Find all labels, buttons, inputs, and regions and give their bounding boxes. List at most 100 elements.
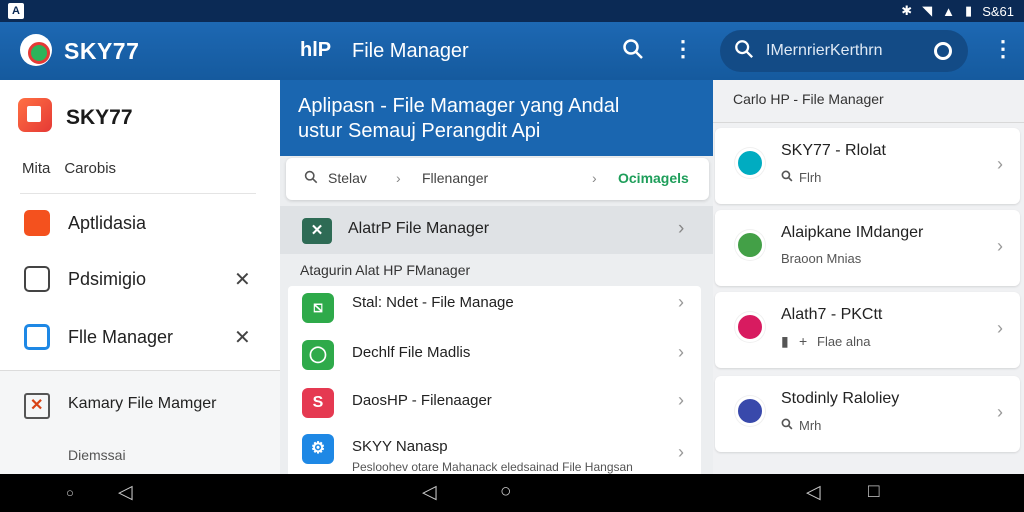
hero-banner: Aplipasn - File Mamager yang Andal ustur…: [280, 80, 713, 156]
home-icon[interactable]: ○: [500, 481, 511, 503]
card-title: Alaipkane IMdanger: [781, 224, 924, 241]
file-manager-icon: ✕: [302, 218, 332, 244]
card-title: Stodinly Raloliey: [781, 390, 900, 407]
nav-item-file-manager[interactable]: Flle Manager ✕: [0, 310, 280, 366]
settings-icon: ⚙: [302, 434, 334, 464]
divider: [20, 193, 256, 194]
list-item-label: Stal: Ndet - File Manage: [352, 294, 514, 311]
sky77-logo-icon: [18, 98, 52, 132]
folder-icon: [24, 324, 50, 350]
search-text: IMernrierKerthrn: [766, 42, 883, 59]
status-time: S&61: [982, 3, 1014, 19]
card-item[interactable]: Stodinly Raloliey Mrh ›: [715, 376, 1020, 452]
app-icon: S: [302, 388, 334, 418]
breadcrumb-item-2[interactable]: Fllenanger: [422, 170, 488, 186]
breadcrumb-item-1[interactable]: Stelav: [328, 170, 367, 186]
search-icon: [304, 170, 318, 187]
wifi-icon: ◥: [922, 3, 933, 18]
card-item[interactable]: Alaipkane IMdanger Braoon Mnias ›: [715, 210, 1020, 286]
search-icon: [781, 169, 799, 185]
add-icon: +: [799, 333, 808, 349]
tools-icon: [24, 393, 50, 419]
side-panel: Carlo HP - File Manager SKY77 - Rlolat F…: [713, 80, 1024, 474]
app-list: ⧅ Stal: Ndet - File Manage › ◯ Dechlf Fi…: [288, 286, 701, 474]
chevron-right-icon: ›: [678, 342, 684, 362]
chevron-right-icon: ›: [678, 390, 684, 410]
more-options-icon[interactable]: ⋮: [672, 36, 694, 62]
list-item[interactable]: ⚙ SKYY Nanasp Pesloohev otare Mahanack e…: [288, 424, 701, 474]
card-title: SKY77 - Rlolat: [781, 142, 886, 159]
document-icon: [24, 266, 50, 292]
bluetooth-icon: ✱: [901, 3, 913, 18]
list-item[interactable]: ⧅ Stal: Ndet - File Manage ›: [288, 286, 701, 332]
drawer-footer: Kamary File Mamger Diemssai: [0, 370, 280, 474]
card-item[interactable]: Alath7 - PKCtt ▮ + Flae alna ›: [715, 292, 1020, 368]
main-content: Aplipasn - File Mamager yang Andal ustur…: [280, 80, 713, 474]
bookmark-icon: ▮: [781, 333, 789, 349]
close-icon[interactable]: ✕: [234, 325, 251, 350]
alat-file-manager-row[interactable]: ✕ AlatrP File Manager ›: [280, 206, 713, 254]
system-navigation-bar: ○ ◁ ◁ ○ ◁ □: [0, 474, 1024, 512]
divider: [713, 122, 1024, 123]
card-subtitle: Mrh: [799, 418, 822, 433]
app-bar: SKY77 hlP File Manager ⋮ IMernrierKerthr…: [0, 22, 1024, 80]
card-subtitle-row: Flrh: [781, 169, 821, 185]
back-icon[interactable]: ◁: [422, 481, 437, 504]
chevron-right-icon: ›: [997, 236, 1003, 256]
nav-item-aptlidasia[interactable]: Aptlidasia: [0, 196, 280, 252]
more-options-icon-right[interactable]: ⋮: [992, 36, 1014, 62]
battery-icon: ▮: [965, 3, 973, 18]
card-subtitle-row: ▮ + Flae alna: [781, 333, 870, 350]
chevron-right-icon: ›: [997, 402, 1003, 422]
back-icon[interactable]: ◁: [118, 481, 133, 504]
card-subtitle: Flrh: [799, 170, 822, 185]
card-subtitle-row: Mrh: [781, 417, 821, 433]
chevron-right-icon: ›: [997, 318, 1003, 338]
section-label: Atagurin Alat HP FManager: [300, 262, 471, 278]
search-icon: [734, 39, 754, 65]
list-item-label: Dechlf File Madlis: [352, 344, 471, 361]
breadcrumb: Stelav › Fllenanger › Ocimagels: [286, 158, 709, 200]
status-icons: ✱ ◥ ▲ ▮ S&61: [901, 3, 1014, 19]
app-icon: ◯: [302, 340, 334, 370]
kamary-file-manager-link[interactable]: Kamary File Mamger: [68, 395, 216, 413]
file-manager-prefix: hlP: [300, 39, 332, 61]
list-item[interactable]: ◯ Dechlf File Madlis ›: [288, 332, 701, 378]
status-bar: A ✱ ◥ ▲ ▮ S&61: [0, 0, 1024, 22]
card-item[interactable]: SKY77 - Rlolat Flrh ›: [715, 128, 1020, 204]
search-input[interactable]: IMernrierKerthrn: [720, 30, 968, 72]
nav-item-label: Aptlidasia: [68, 213, 147, 233]
chevron-right-icon: ›: [678, 292, 684, 312]
voice-search-icon[interactable]: [934, 42, 952, 60]
close-icon[interactable]: ✕: [234, 267, 251, 292]
nav-item-pdsimigio[interactable]: Pdsimigio ✕: [0, 252, 280, 308]
banner-line-2: ustur Semauj Perangdit Api: [298, 120, 541, 142]
breadcrumb-item-active[interactable]: Ocimagels: [618, 170, 689, 186]
notification-icon: A: [8, 3, 24, 19]
app-icon: [735, 396, 765, 426]
signal-icon: ▲: [942, 3, 956, 19]
search-icon[interactable]: [622, 38, 648, 64]
list-item[interactable]: S DaosHP - Filenaager ›: [288, 378, 701, 424]
drawer-footer-sub: Diemssai: [68, 447, 126, 463]
recent-apps-icon[interactable]: □: [868, 481, 879, 503]
drawer-subtitle: Mita Carobis: [22, 160, 116, 177]
alat-label: AlatrP File Manager: [348, 220, 490, 237]
chevron-right-icon: ›: [678, 442, 684, 462]
app-logo-icon: [20, 34, 52, 66]
file-manager-title: File Manager: [352, 40, 469, 62]
drawer-subtitle-1: Mita: [22, 160, 51, 177]
drawer-subtitle-2: Carobis: [64, 160, 117, 177]
list-item-sub: Pesloohev otare Mahanack eledsainad File…: [352, 460, 633, 474]
back-icon[interactable]: ◁: [806, 481, 821, 504]
app-icon: [735, 312, 765, 342]
chevron-right-icon: ›: [396, 170, 401, 186]
card-subtitle: Braoon Mnias: [781, 251, 862, 266]
app-title: SKY77: [64, 38, 140, 64]
drawer-app-name: SKY77: [66, 106, 133, 129]
navigation-drawer: SKY77 Mita Carobis Aptlidasia Pdsimigio ✕…: [0, 80, 280, 474]
card-title: Alath7 - PKCtt: [781, 306, 883, 323]
list-item-label: SKYY Nanasp: [352, 438, 448, 455]
app-icon: [24, 210, 50, 236]
chevron-right-icon: ›: [678, 218, 685, 239]
